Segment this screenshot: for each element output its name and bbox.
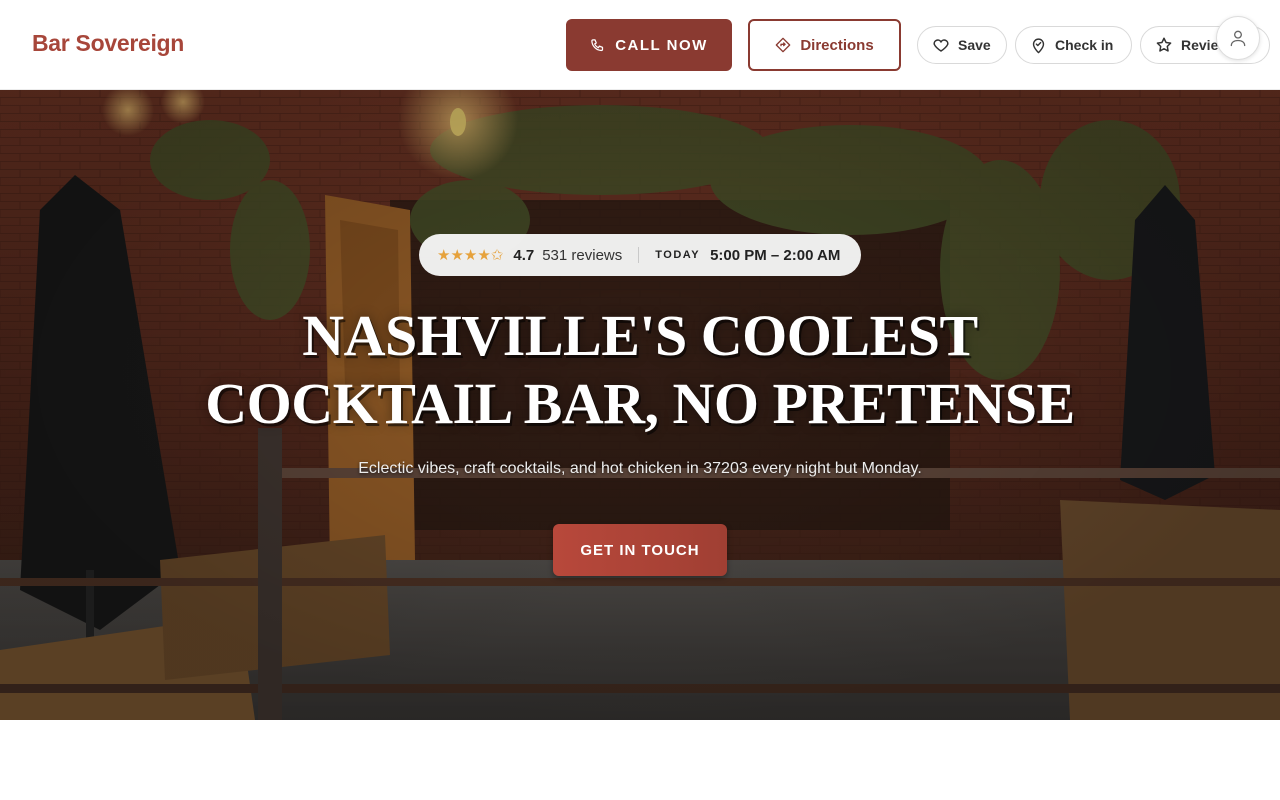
check-in-button[interactable]: Check in	[1015, 26, 1132, 64]
account-button[interactable]	[1216, 16, 1260, 60]
rating-hours-badge: ★★★★✩ 4.7 531 reviews TODAY 5:00 PM – 2:…	[419, 234, 861, 276]
directions-button[interactable]: Directions	[748, 19, 901, 71]
opening-hours: 5:00 PM – 2:00 AM	[710, 246, 841, 264]
brand-logo[interactable]: Bar Sovereign	[32, 30, 184, 57]
map-pin-icon	[1030, 37, 1047, 54]
save-button[interactable]: Save	[917, 26, 1007, 64]
call-now-label: CALL NOW	[615, 36, 708, 54]
hero-section: ★★★★✩ 4.7 531 reviews TODAY 5:00 PM – 2:…	[0, 90, 1280, 720]
hero-subheadline: Eclectic vibes, craft cocktails, and hot…	[358, 460, 922, 477]
call-now-button[interactable]: CALL NOW	[566, 19, 732, 71]
rating-stars: ★★★★✩	[437, 247, 504, 264]
headline-line-2: COCKTAIL BAR, NO PRETENSE	[205, 371, 1075, 436]
heart-icon	[932, 36, 950, 54]
check-in-label: Check in	[1055, 37, 1114, 53]
get-in-touch-button[interactable]: GET IN TOUCH	[553, 524, 727, 576]
reviews-count-link[interactable]: 531 reviews	[542, 247, 622, 264]
star-icon	[1155, 36, 1173, 54]
save-label: Save	[958, 37, 991, 53]
today-label: TODAY	[655, 249, 701, 261]
user-icon	[1228, 28, 1248, 48]
directions-icon	[775, 37, 791, 53]
directions-label: Directions	[800, 36, 874, 54]
badge-divider	[638, 247, 640, 263]
site-header: Bar Sovereign CALL NOW Directions Save C…	[0, 0, 1280, 90]
headline-line-1: NASHVILLE'S COOLEST	[302, 303, 978, 368]
rating-value: 4.7	[513, 246, 535, 264]
hero-headline: NASHVILLE'S COOLEST COCKTAIL BAR, NO PRE…	[140, 302, 1140, 438]
phone-icon	[590, 38, 605, 53]
